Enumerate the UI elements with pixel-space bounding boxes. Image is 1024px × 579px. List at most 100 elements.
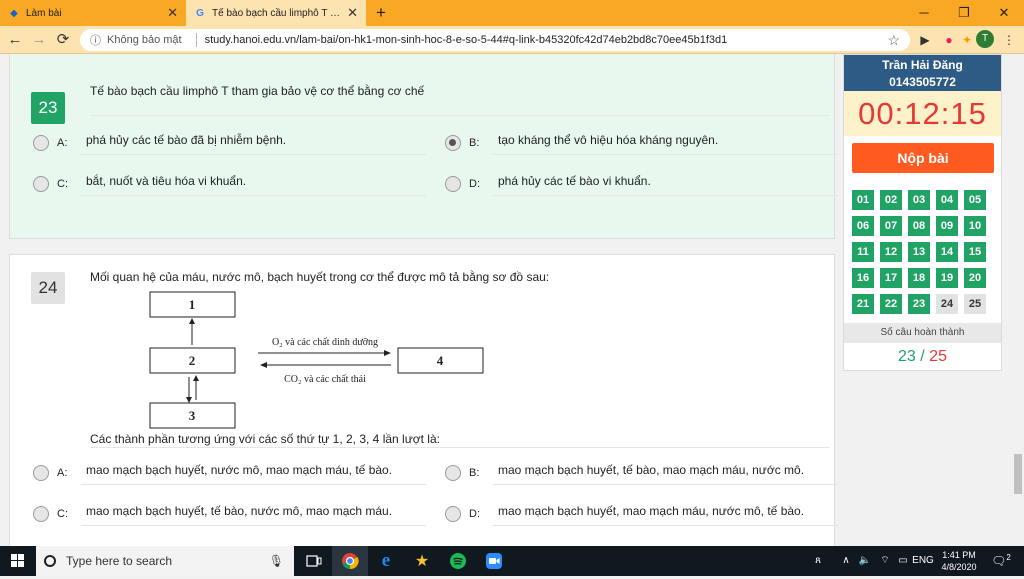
option-text: mao mạch bạch huyết, nước mô, mao mạch m…	[86, 463, 393, 477]
question-nav-21[interactable]: 21	[852, 294, 874, 314]
google-icon: G	[196, 7, 204, 19]
question-nav-18[interactable]: 18	[908, 268, 930, 288]
question-nav-19[interactable]: 19	[936, 268, 958, 288]
question-number: 24	[31, 272, 65, 304]
progress-done: 23	[898, 348, 916, 365]
question-nav-12[interactable]: 12	[880, 242, 902, 262]
radio-c[interactable]	[33, 506, 49, 522]
question-nav-04[interactable]: 04	[936, 190, 958, 210]
option-b[interactable]: B: mao mạch bạch huyết, tế bào, mao mạch…	[445, 461, 845, 491]
box-4-label: 4	[437, 353, 444, 368]
divider	[81, 154, 426, 155]
option-text: phá hủy các tế bào đã bị nhiễm bệnh.	[86, 133, 287, 147]
cursor-extension-icon[interactable]: ▶	[916, 31, 934, 49]
url-text[interactable]: study.hanoi.edu.vn/lam-bai/on-hk1-mon-si…	[205, 34, 888, 46]
submit-button[interactable]: Nộp bài	[852, 143, 994, 173]
question-nav-23[interactable]: 23	[908, 294, 930, 314]
option-d[interactable]: D: phá hủy các tế bào vi khuẩn.	[445, 172, 845, 202]
search-placeholder: Type here to search	[66, 554, 173, 568]
task-view-icon[interactable]	[296, 546, 332, 576]
diamond-icon: ◆	[10, 7, 18, 19]
question-nav-13[interactable]: 13	[908, 242, 930, 262]
spotify-icon[interactable]	[440, 546, 476, 576]
question-nav-17[interactable]: 17	[880, 268, 902, 288]
question-nav-02[interactable]: 02	[880, 190, 902, 210]
arrowhead	[384, 350, 391, 356]
taskbar-clock[interactable]: 1:41 PM 4/8/2020	[930, 549, 988, 573]
radio-c[interactable]	[33, 176, 49, 192]
question-nav-15[interactable]: 15	[964, 242, 986, 262]
edge-icon[interactable]: e	[368, 546, 404, 576]
restore-button[interactable]: ❐	[944, 0, 984, 26]
radio-b[interactable]	[445, 465, 461, 481]
question-nav-16[interactable]: 16	[852, 268, 874, 288]
radio-a[interactable]	[33, 465, 49, 481]
question-nav-20[interactable]: 20	[964, 268, 986, 288]
question-nav-14[interactable]: 14	[936, 242, 958, 262]
puzzle-extension-icon[interactable]: ✦	[958, 31, 976, 49]
question-nav-03[interactable]: 03	[908, 190, 930, 210]
question-nav-07[interactable]: 07	[880, 216, 902, 236]
question-nav-24[interactable]: 24	[936, 294, 958, 314]
taskbar-search[interactable]: Type here to search 🎙	[36, 546, 294, 576]
option-c[interactable]: C: bắt, nuốt và tiêu hóa vi khuẩn.	[33, 172, 433, 202]
battery-icon[interactable]: ▭	[894, 546, 912, 576]
menu-icon[interactable]: ⋮	[1000, 31, 1018, 49]
radio-d[interactable]	[445, 176, 461, 192]
question-nav-01[interactable]: 01	[852, 190, 874, 210]
star-icon[interactable]: ☆	[887, 32, 900, 49]
tab-lam-bai[interactable]: ◆ Làm bài ✕	[0, 0, 186, 26]
people-icon[interactable]: ጸ	[808, 546, 828, 576]
zoom-icon[interactable]	[476, 546, 512, 576]
student-header: Trần Hải Đăng 0143505772	[844, 55, 1001, 91]
tab-question[interactable]: G Tế bào bạch cầu limphô T tham gi… ✕	[186, 0, 366, 26]
info-icon[interactable]: ⓘ	[90, 32, 101, 48]
radio-b-checked[interactable]	[445, 135, 461, 151]
box-1-label: 1	[189, 297, 196, 312]
wifi-icon[interactable]: ⌔	[876, 546, 894, 576]
new-tab-button[interactable]: +	[370, 2, 392, 24]
close-icon[interactable]: ✕	[347, 5, 358, 21]
profile-avatar[interactable]: T	[976, 30, 994, 48]
chevron-up-icon[interactable]: ∧	[838, 546, 854, 576]
question-nav-22[interactable]: 22	[880, 294, 902, 314]
back-arrow-icon[interactable]: ←	[4, 30, 26, 50]
option-d[interactable]: D: mao mạch bạch huyết, mao mạch máu, nư…	[445, 502, 845, 532]
forward-arrow-icon[interactable]: →	[28, 30, 50, 50]
option-c[interactable]: C: mao mạch bạch huyết, tế bào, nước mô,…	[33, 502, 433, 532]
question-nav-05[interactable]: 05	[964, 190, 986, 210]
option-label: D:	[469, 178, 480, 190]
start-button[interactable]	[0, 546, 36, 576]
question-nav-10[interactable]: 10	[964, 216, 986, 236]
microphone-icon[interactable]: 🎙	[269, 554, 284, 568]
window-close-button[interactable]: ✕	[984, 0, 1024, 26]
search-icon	[44, 555, 56, 567]
scrollbar-thumb[interactable]	[1014, 454, 1022, 494]
question-nav-09[interactable]: 09	[936, 216, 958, 236]
chrome-icon[interactable]	[332, 546, 368, 576]
reload-icon[interactable]: ⟳	[52, 30, 74, 50]
question-card-23: 23 Tế bào bạch cầu limphô T tham gia bảo…	[9, 54, 838, 239]
question-nav-06[interactable]: 06	[852, 216, 874, 236]
arrowhead	[189, 318, 195, 324]
option-text: phá hủy các tế bào vi khuẩn.	[498, 174, 651, 188]
option-a[interactable]: A: phá hủy các tế bào đã bị nhiễm bệnh.	[33, 131, 433, 161]
address-bar[interactable]: ⓘ Không bảo mật study.hanoi.edu.vn/lam-b…	[80, 29, 910, 51]
minimize-button[interactable]: ─	[904, 0, 944, 26]
color-extension-icon[interactable]: ●	[940, 31, 958, 49]
radio-a[interactable]	[33, 135, 49, 151]
radio-d[interactable]	[445, 506, 461, 522]
notification-icon[interactable]: 🗨2	[990, 546, 1012, 576]
star-app-icon[interactable]: ★	[404, 546, 440, 576]
close-icon[interactable]: ✕	[167, 5, 178, 21]
divider	[493, 154, 838, 155]
question-nav-25[interactable]: 25	[964, 294, 986, 314]
question-nav-11[interactable]: 11	[852, 242, 874, 262]
question-nav-08[interactable]: 08	[908, 216, 930, 236]
page-scrollbar[interactable]	[1012, 54, 1024, 546]
option-b[interactable]: B: tạo kháng thể vô hiệu hóa kháng nguyê…	[445, 131, 845, 161]
volume-icon[interactable]: 🔈	[856, 546, 874, 576]
option-a[interactable]: A: mao mạch bạch huyết, nước mô, mao mạc…	[33, 461, 433, 491]
timer-box: 00:12:15	[844, 91, 1001, 136]
progress-label: Số câu hoàn thành	[844, 323, 1001, 343]
